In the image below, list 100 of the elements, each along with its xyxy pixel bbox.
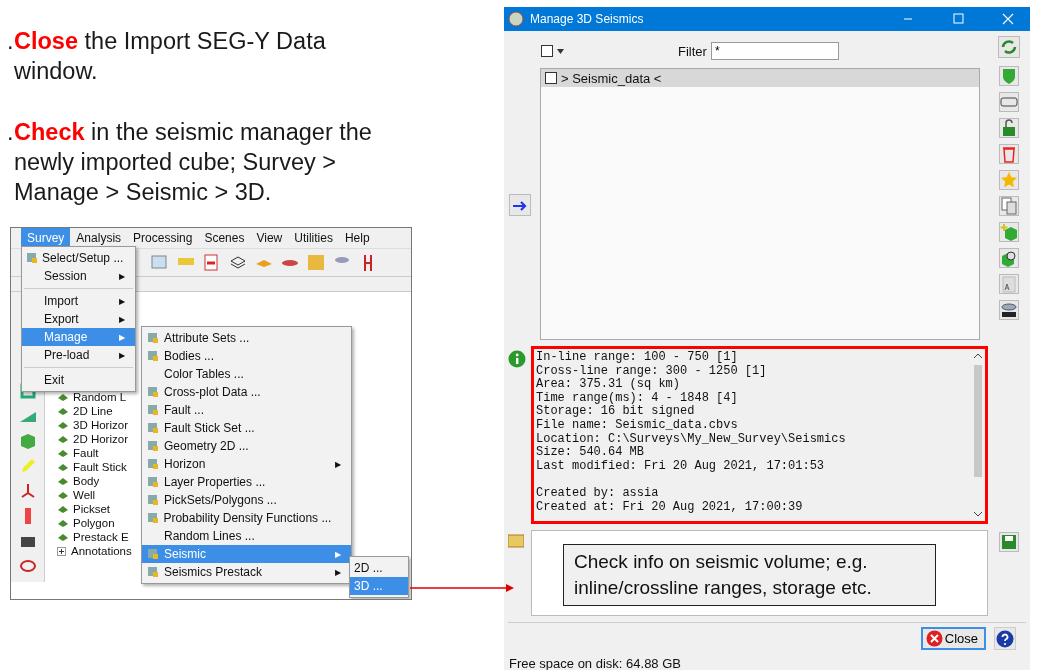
tree-item[interactable]: Annotations	[71, 544, 132, 558]
tree-item-icon	[57, 504, 68, 514]
magnifier-icon[interactable]	[999, 248, 1019, 268]
refresh-icon[interactable]	[998, 36, 1020, 58]
menu-item[interactable]: Fault Stick Set ...	[142, 419, 351, 437]
menu-item[interactable]: Bodies ...	[142, 347, 351, 365]
close-icon[interactable]	[1002, 13, 1014, 25]
tree-item[interactable]: Fault	[73, 446, 99, 460]
tree-item[interactable]: Fault Stick	[73, 460, 127, 474]
menu-item[interactable]: PickSets/Polygons ...	[142, 491, 351, 509]
maximize-icon[interactable]	[952, 13, 964, 25]
notes-field[interactable]: Check info on seismic volume; e.g. inline/crossline ranges, storage etc.	[531, 530, 988, 616]
caret-icon[interactable]	[557, 48, 564, 54]
menu-item-icon	[147, 566, 159, 578]
filter-field[interactable]: *	[710, 42, 839, 60]
menu-item[interactable]: Horizon ▶	[142, 455, 351, 473]
app-logo-icon	[508, 11, 524, 27]
tree-item[interactable]: 2D Line	[73, 404, 113, 418]
menu-bar-item[interactable]: Processing	[127, 228, 199, 248]
expand-icon[interactable]	[57, 546, 66, 556]
menu-item[interactable]: Select/Setup ...	[22, 249, 135, 267]
tree-item[interactable]: 3D Horizor	[73, 418, 128, 432]
help-button[interactable]	[994, 627, 1016, 650]
menu-item[interactable]: Session ▶	[22, 267, 135, 285]
step-text: Close the Import SEG-Y Data window.	[14, 27, 327, 86]
menu-bar-item[interactable]: Scenes	[198, 228, 251, 248]
info-line: Created by: assia	[536, 486, 660, 501]
copy-icon[interactable]	[999, 196, 1019, 216]
layers-icon[interactable]	[229, 254, 247, 271]
menu-item[interactable]: Import ▶	[22, 292, 135, 310]
info-line: Last modified: Fri 20 Aug 2021, 17:01:53	[536, 459, 826, 474]
menu-item[interactable]: Probability Density Functions ...	[142, 509, 351, 527]
step-number: .	[7, 27, 14, 56]
rectangle-icon[interactable]	[999, 92, 1019, 112]
cube-icon[interactable]	[18, 432, 37, 450]
tree-item-icon	[57, 434, 68, 444]
menu-item[interactable]: Exit	[22, 371, 135, 389]
tree-item-icon	[57, 406, 68, 416]
close-icon	[925, 630, 943, 647]
menu-item-icon	[147, 404, 159, 416]
add-cube-icon[interactable]	[999, 222, 1019, 242]
tree-item[interactable]: Prestack E	[73, 530, 129, 544]
callout-note: Check info on seismic volume; e.g. inline/crossline ranges, storage etc.	[563, 544, 936, 606]
filter-label: Filter	[678, 43, 707, 59]
tree-item-icon	[57, 476, 68, 486]
note-icon	[508, 534, 524, 548]
trash-icon[interactable]	[999, 144, 1019, 164]
close-button[interactable]: Close	[920, 627, 986, 650]
info-line: Location: C:\Surveys\My_New_Survey\Seismics	[536, 432, 847, 446]
pdf-icon[interactable]	[203, 254, 221, 271]
shield-icon[interactable]	[999, 66, 1019, 86]
menu-item[interactable]: Random Lines ...	[142, 527, 351, 545]
menu-item-icon	[147, 458, 159, 470]
tree-item-icon	[57, 462, 68, 472]
menu-item[interactable]: Layer Properties ...	[142, 473, 351, 491]
info-line: Time range(ms): 4 - 1848 [4]	[536, 391, 739, 405]
save-icon[interactable]	[999, 532, 1019, 552]
status-text: Free space on disk: 64.88 GB	[508, 655, 682, 670]
menu-item-icon	[147, 386, 159, 398]
window-title: Manage 3D Seismics	[530, 12, 645, 26]
text-icon[interactable]	[999, 274, 1019, 294]
tree-item[interactable]: Body	[73, 474, 100, 488]
select-all-checkbox[interactable]	[541, 45, 553, 57]
menu-item[interactable]: Geometry 2D ...	[142, 437, 351, 455]
eye-icon[interactable]	[18, 557, 37, 575]
grid-icon[interactable]	[151, 254, 169, 271]
menu-bar-item[interactable]: Analysis	[70, 228, 128, 248]
help-icon	[996, 629, 1014, 648]
tree-item-icon	[57, 532, 68, 542]
menu-item[interactable]: Export ▶	[22, 310, 135, 328]
menu-bar-item[interactable]: Utilities	[288, 228, 339, 248]
item-checkbox[interactable]	[545, 72, 557, 84]
menu-item-icon	[26, 252, 38, 264]
menu-item-icon	[147, 350, 159, 362]
menu-item[interactable]: Attribute Sets ...	[142, 329, 351, 347]
info-line: File name: Seismic_data.cbvs	[536, 418, 739, 433]
menu-item-icon	[147, 440, 159, 452]
tree-item[interactable]: Well	[73, 488, 96, 502]
menu-item[interactable]: 2D ...	[350, 559, 408, 577]
tree-item[interactable]: 2D Horizor	[73, 432, 128, 446]
tree-item[interactable]: Pickset	[73, 502, 111, 516]
tree-item-icon	[57, 420, 68, 430]
menu-item[interactable]: Color Tables ...	[142, 365, 351, 383]
tree-item[interactable]: Polygon	[73, 516, 115, 530]
step-text: Check in the seismic manager the newly imported cube; Survey > Manage > Seismic > 3D.	[14, 118, 373, 207]
menu-item[interactable]: Seismics Prestack ▶	[142, 563, 351, 581]
menu-item[interactable]: Fault ...	[142, 401, 351, 419]
menu-item-icon	[147, 422, 159, 434]
star-icon[interactable]	[999, 170, 1019, 190]
padlock-icon[interactable]	[999, 118, 1019, 138]
tree-item-icon	[57, 518, 68, 528]
tree-item[interactable]: Random L	[73, 390, 127, 404]
menu-bar-item[interactable]: Help	[338, 228, 376, 248]
menu-item[interactable]: Pre-load ▶	[22, 346, 135, 364]
step-number: .	[7, 118, 14, 147]
info-line: Area: 375.31 (sq km)	[536, 378, 682, 392]
menu-bar-item[interactable]: View	[250, 228, 289, 248]
seg-y-icon[interactable]	[999, 300, 1019, 320]
menu-item-icon	[147, 332, 159, 344]
menu-item[interactable]: Cross-plot Data ...	[142, 383, 351, 401]
